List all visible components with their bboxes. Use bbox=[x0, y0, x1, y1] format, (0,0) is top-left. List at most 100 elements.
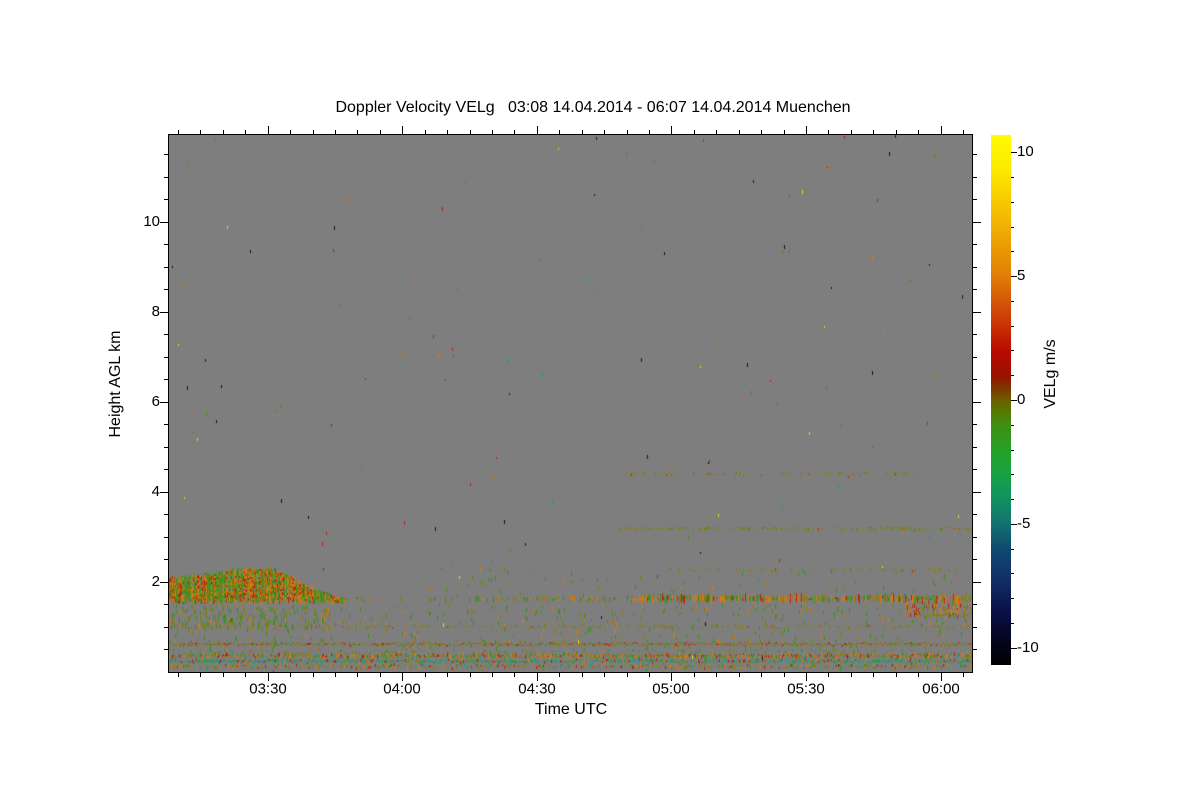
axis-tick bbox=[200, 130, 201, 134]
axis-tick bbox=[245, 130, 246, 134]
x-tick-label: 06:00 bbox=[922, 680, 960, 698]
colorbar-tick-label: 10 bbox=[1017, 143, 1034, 160]
axis-tick bbox=[425, 130, 426, 134]
axis-tick bbox=[761, 673, 762, 677]
colorbar-tick-label: 0 bbox=[1017, 391, 1026, 408]
axis-tick bbox=[784, 130, 785, 134]
axis-tick bbox=[973, 357, 977, 358]
axis-tick bbox=[896, 673, 897, 677]
axis-tick bbox=[164, 289, 168, 290]
axis-tick bbox=[164, 469, 168, 470]
axis-tick bbox=[604, 130, 605, 134]
axis-tick bbox=[470, 130, 471, 134]
colorbar-minor-tick bbox=[1011, 549, 1014, 550]
axis-tick bbox=[918, 130, 919, 134]
axis-tick bbox=[425, 673, 426, 677]
axis-tick bbox=[164, 559, 168, 560]
axis-tick bbox=[290, 673, 291, 677]
axis-tick bbox=[973, 649, 977, 650]
colorbar-minor-tick bbox=[1011, 474, 1014, 475]
axis-tick bbox=[973, 447, 977, 448]
y-tick-label: 10 bbox=[143, 213, 160, 230]
axis-tick bbox=[671, 126, 672, 134]
axis-tick bbox=[164, 199, 168, 200]
axis-tick bbox=[447, 673, 448, 677]
axis-tick bbox=[896, 130, 897, 134]
axis-tick bbox=[973, 334, 977, 335]
axis-tick bbox=[973, 604, 977, 605]
axis-tick bbox=[963, 130, 964, 134]
axis-tick bbox=[178, 130, 179, 134]
axis-tick bbox=[357, 130, 358, 134]
axis-tick bbox=[716, 673, 717, 677]
axis-tick bbox=[627, 673, 628, 677]
axis-tick bbox=[649, 130, 650, 134]
axis-tick bbox=[739, 130, 740, 134]
colorbar-minor-tick bbox=[1011, 202, 1014, 203]
chart-title: Doppler Velocity VELg 03:08 14.04.2014 -… bbox=[335, 99, 851, 116]
colorbar-label: VELg m/s bbox=[1042, 339, 1059, 409]
axis-tick bbox=[582, 673, 583, 677]
axis-tick bbox=[973, 312, 981, 313]
axis-tick bbox=[627, 130, 628, 134]
x-axis-label: Time UTC bbox=[534, 701, 608, 718]
axis-tick bbox=[164, 334, 168, 335]
axis-tick bbox=[963, 673, 964, 677]
colorbar-minor-tick bbox=[1011, 573, 1014, 574]
axis-tick bbox=[335, 673, 336, 677]
colorbar-gradient bbox=[991, 135, 1011, 665]
axis-tick bbox=[178, 673, 179, 677]
axis-tick bbox=[160, 492, 168, 493]
x-tick-label: 04:30 bbox=[518, 680, 556, 698]
y-axis-label: Height AGL km bbox=[107, 330, 124, 438]
axis-tick bbox=[873, 673, 874, 677]
axis-tick bbox=[582, 130, 583, 134]
axis-tick bbox=[851, 673, 852, 677]
y-tick-label: 2 bbox=[151, 573, 160, 590]
axis-tick bbox=[649, 673, 650, 677]
axis-tick bbox=[492, 673, 493, 677]
colorbar-minor-tick bbox=[1011, 227, 1014, 228]
x-tick-label: 05:00 bbox=[652, 680, 690, 698]
axis-tick bbox=[873, 130, 874, 134]
axis-tick bbox=[402, 126, 403, 134]
axis-tick bbox=[973, 492, 981, 493]
axis-tick bbox=[160, 402, 168, 403]
axis-tick bbox=[164, 514, 168, 515]
axis-tick bbox=[164, 537, 168, 538]
x-tick-label: 05:30 bbox=[787, 680, 825, 698]
axis-tick bbox=[357, 673, 358, 677]
axis-tick bbox=[973, 267, 977, 268]
velocity-heatmap-canvas bbox=[169, 135, 972, 672]
axis-tick bbox=[164, 627, 168, 628]
colorbar-tick-label: -5 bbox=[1017, 515, 1031, 532]
colorbar-minor-tick bbox=[1011, 425, 1014, 426]
colorbar-minor-tick bbox=[1011, 375, 1014, 376]
axis-tick bbox=[559, 673, 560, 677]
axis-tick bbox=[160, 582, 168, 583]
axis-tick bbox=[739, 673, 740, 677]
axis-tick bbox=[313, 130, 314, 134]
colorbar-minor-tick bbox=[1011, 350, 1014, 351]
axis-tick bbox=[559, 130, 560, 134]
axis-tick bbox=[164, 357, 168, 358]
axis-tick bbox=[941, 126, 942, 134]
axis-tick bbox=[290, 130, 291, 134]
axis-tick bbox=[313, 673, 314, 677]
colorbar-minor-tick bbox=[1011, 301, 1014, 302]
axis-tick bbox=[973, 244, 977, 245]
axis-tick bbox=[973, 424, 977, 425]
axis-tick bbox=[973, 402, 981, 403]
colorbar-minor-tick bbox=[1011, 623, 1014, 624]
colorbar-tick-label: -10 bbox=[1017, 639, 1039, 656]
axis-tick bbox=[973, 199, 977, 200]
axis-tick bbox=[828, 130, 829, 134]
axis-tick bbox=[470, 673, 471, 677]
axis-tick bbox=[164, 649, 168, 650]
axis-tick bbox=[164, 267, 168, 268]
axis-tick bbox=[694, 130, 695, 134]
axis-tick bbox=[973, 514, 977, 515]
axis-tick bbox=[164, 424, 168, 425]
axis-tick bbox=[716, 130, 717, 134]
axis-tick bbox=[973, 379, 977, 380]
